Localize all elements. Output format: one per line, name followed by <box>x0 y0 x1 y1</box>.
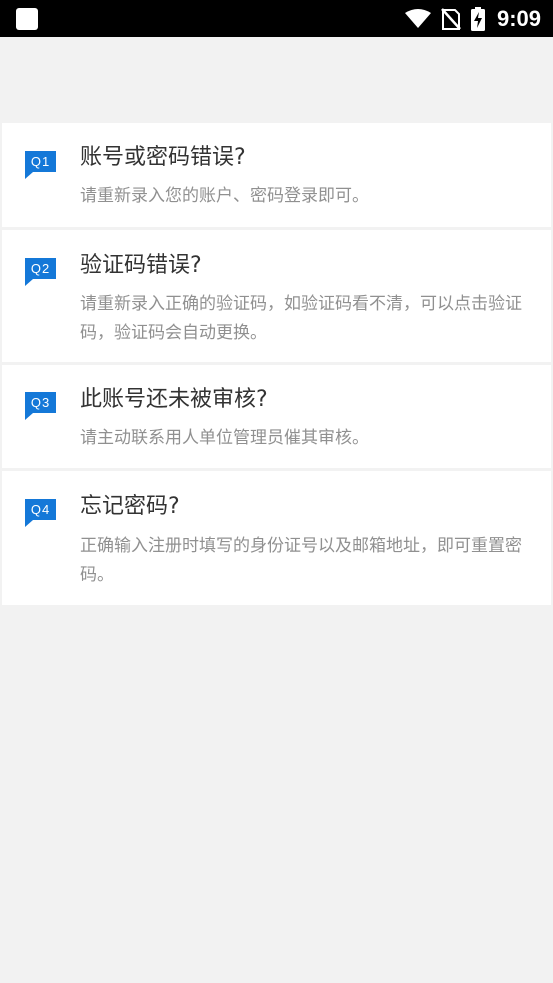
faq-item-2[interactable]: Q2 验证码错误? 请重新录入正确的验证码，如验证码看不清，可以点击验证码，验证… <box>2 230 551 362</box>
faq-list: Q1 账号或密码错误? 请重新录入您的账户、密码登录即可。 Q2 验证码错误? … <box>2 123 551 608</box>
battery-charging-icon <box>470 6 485 31</box>
q-badge-label: Q2 <box>30 261 51 276</box>
faq-item-3[interactable]: Q3 此账号还未被审核? 请主动联系用人单位管理员催其审核。 <box>2 365 551 468</box>
app-icon <box>16 8 38 30</box>
clock: 9:09 <box>496 5 541 31</box>
faq-question: 忘记密码? <box>80 494 180 519</box>
q-badge-label: Q3 <box>30 395 51 410</box>
faq-question: 验证码错误? <box>80 253 202 278</box>
faq-question: 账号或密码错误? <box>80 145 246 170</box>
status-bar: 9:09 <box>0 0 553 37</box>
faq-question: 此账号还未被审核? <box>80 387 268 412</box>
faq-answer: 正确输入注册时填写的身份证号以及邮箱地址，即可重置密码。 <box>80 536 522 585</box>
wifi-icon <box>404 8 431 28</box>
faq-item-1[interactable]: Q1 账号或密码错误? 请重新录入您的账户、密码登录即可。 <box>2 123 551 227</box>
status-icons: 9:09 <box>404 0 541 37</box>
no-sim-icon <box>441 7 461 30</box>
faq-item-4[interactable]: Q4 忘记密码? 正确输入注册时填写的身份证号以及邮箱地址，即可重置密码。 <box>2 471 551 605</box>
q-badge-label: Q1 <box>30 154 51 169</box>
faq-answer: 请重新录入您的账户、密码登录即可。 <box>80 186 369 206</box>
faq-answer: 请重新录入正确的验证码，如验证码看不清，可以点击验证码，验证码会自动更换。 <box>80 294 522 343</box>
faq-answer: 请主动联系用人单位管理员催其审核。 <box>80 428 369 448</box>
q-badge-label: Q4 <box>30 502 51 517</box>
